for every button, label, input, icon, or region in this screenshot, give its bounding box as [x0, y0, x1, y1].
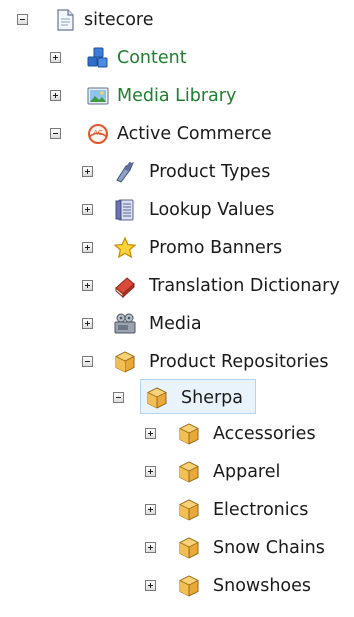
collapse-toggle[interactable]	[17, 14, 28, 25]
expand-toggle[interactable]	[145, 428, 156, 439]
tree-node-content[interactable]: Content	[0, 43, 354, 73]
box-icon	[113, 350, 137, 374]
box-icon	[177, 498, 201, 522]
box-icon	[177, 536, 201, 560]
product-types-icon	[113, 160, 137, 184]
tree-node-label: Media	[149, 314, 202, 334]
tree-node-label: Media Library	[117, 86, 237, 106]
tree-node-label: Apparel	[213, 462, 281, 482]
svg-text:AC: AC	[93, 129, 103, 137]
expand-toggle[interactable]	[82, 242, 93, 253]
document-icon	[53, 8, 77, 32]
expand-toggle[interactable]	[82, 204, 93, 215]
tree-node-electronics[interactable]: Electronics	[0, 495, 354, 525]
tree-node-label: Accessories	[213, 424, 316, 444]
tree-node-label: Product Types	[149, 162, 271, 182]
expand-toggle[interactable]	[145, 504, 156, 515]
tree-node-label: Content	[117, 48, 187, 68]
media-library-icon	[86, 84, 110, 108]
box-icon	[177, 574, 201, 598]
box-icon	[177, 460, 201, 484]
collapse-toggle[interactable]	[113, 392, 124, 403]
tree-node-translation-dictionary[interactable]: Translation Dictionary	[0, 271, 354, 301]
collapse-toggle[interactable]	[50, 128, 61, 139]
tree-node-sherpa[interactable]: Sherpa	[0, 383, 354, 413]
tree-node-promo-banners[interactable]: Promo Banners	[0, 233, 354, 263]
tree-node-label: Product Repositories	[149, 352, 329, 372]
expand-toggle[interactable]	[50, 90, 61, 101]
tree-node-label: Electronics	[213, 500, 309, 520]
star-icon	[113, 236, 137, 260]
dictionary-book-icon	[113, 274, 137, 298]
expand-toggle[interactable]	[145, 580, 156, 591]
expand-toggle[interactable]	[50, 52, 61, 63]
tree-node-product-types[interactable]: Product Types	[0, 157, 354, 187]
tree-node-sitecore[interactable]: sitecore	[0, 5, 354, 35]
tree-node-label: Sherpa	[181, 388, 243, 408]
collapse-toggle[interactable]	[82, 356, 93, 367]
tree-node-label: Lookup Values	[149, 200, 275, 220]
tree-node-label: Snow Chains	[213, 538, 325, 558]
tree-node-accessories[interactable]: Accessories	[0, 419, 354, 449]
tree-node-label: Snowshoes	[213, 576, 312, 596]
expand-toggle[interactable]	[82, 280, 93, 291]
box-icon	[145, 386, 169, 410]
media-icon	[113, 312, 137, 336]
tree-node-label: sitecore	[84, 10, 154, 30]
expand-toggle[interactable]	[82, 166, 93, 177]
tree-node-media-library[interactable]: Media Library	[0, 81, 354, 111]
tree-node-label: Promo Banners	[149, 238, 283, 258]
expand-toggle[interactable]	[145, 542, 156, 553]
content-tree: sitecore Content Media Library AC Active…	[0, 0, 354, 617]
tree-node-active-commerce[interactable]: AC Active Commerce	[0, 119, 354, 149]
tree-node-lookup-values[interactable]: Lookup Values	[0, 195, 354, 225]
expand-toggle[interactable]	[145, 466, 156, 477]
tree-node-product-repositories[interactable]: Product Repositories	[0, 347, 354, 377]
content-icon	[86, 46, 110, 70]
box-icon	[177, 422, 201, 446]
expand-toggle[interactable]	[82, 318, 93, 329]
tree-node-apparel[interactable]: Apparel	[0, 457, 354, 487]
tree-node-label: Translation Dictionary	[149, 276, 340, 296]
tree-node-snow-chains[interactable]: Snow Chains	[0, 533, 354, 563]
lookup-values-icon	[113, 198, 137, 222]
tree-node-media[interactable]: Media	[0, 309, 354, 339]
tree-node-label: Active Commerce	[117, 124, 272, 144]
tree-node-snowshoes[interactable]: Snowshoes	[0, 571, 354, 601]
active-commerce-icon: AC	[86, 122, 110, 146]
